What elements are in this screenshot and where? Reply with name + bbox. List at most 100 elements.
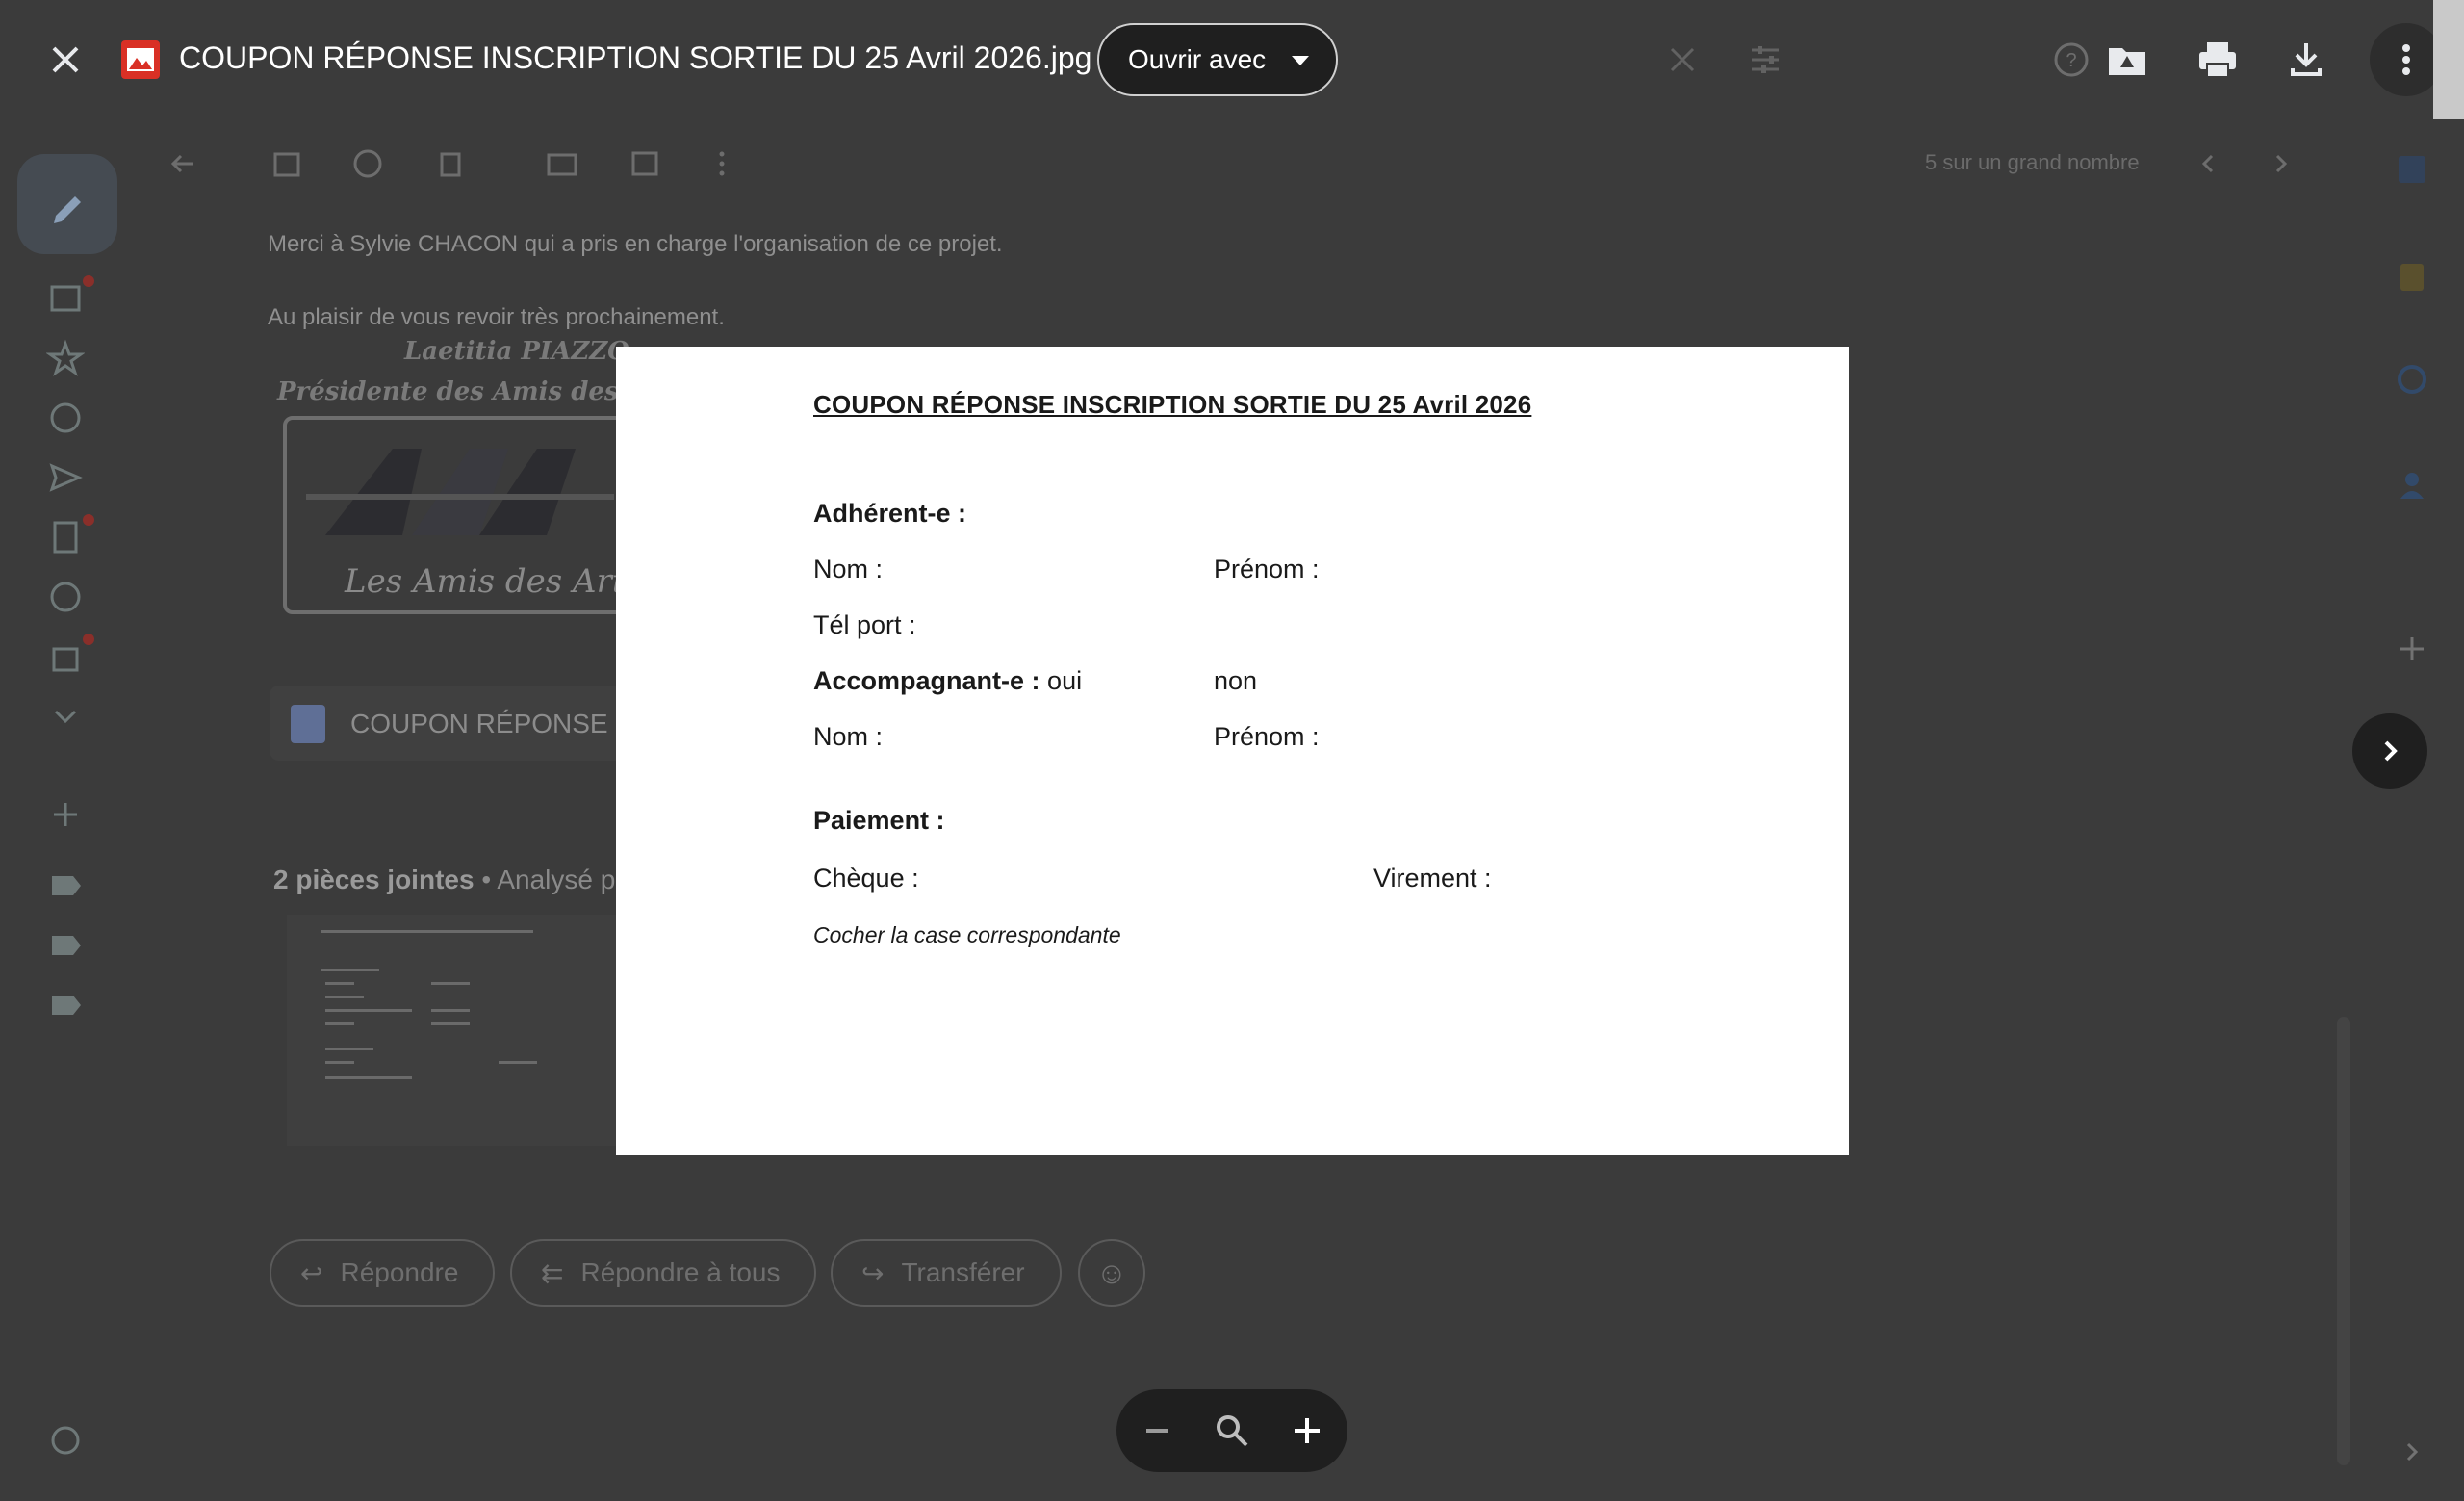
zoom-reset-icon (1217, 1415, 1248, 1447)
print-icon (2199, 42, 2236, 78)
document-image: COUPON RÉPONSE INSCRIPTION SORTIE DU 25 … (616, 347, 1849, 1155)
label-icon[interactable] (46, 926, 85, 965)
more-actions-button[interactable] (2370, 23, 2443, 96)
attachment-thumbnail[interactable] (287, 915, 633, 1146)
viewer-header: COUPON RÉPONSE INSCRIPTION SORTIE DU 25 … (0, 0, 2464, 119)
left-nav-rail (0, 135, 135, 1501)
chevron-right-icon (2384, 740, 2398, 762)
drafts-icon[interactable] (46, 518, 85, 556)
reply-button[interactable]: ↩ Répondre (270, 1239, 495, 1307)
open-with-label: Ouvrir avec (1128, 44, 1267, 74)
accompagnant-heading: Accompagnant-e : (813, 666, 1040, 695)
instruction-note: Cocher la case correspondante (813, 922, 1121, 947)
download-icon (2291, 43, 2322, 76)
association-logo: Les Amis des Arts d (283, 416, 629, 614)
add-to-drive-icon (2109, 48, 2145, 75)
reply-all-label: Répondre à tous (580, 1257, 781, 1287)
close-viewer-button[interactable] (42, 37, 89, 83)
attachments-count: 2 pièces jointes (273, 865, 475, 894)
more-vert-icon (2402, 44, 2410, 75)
dropdown-caret-icon (1292, 56, 1309, 65)
zoom-controls (1116, 1389, 1348, 1472)
back-arrow-icon[interactable] (164, 144, 202, 183)
compose-button[interactable] (17, 154, 117, 254)
non-option: non (1214, 666, 1258, 695)
more-vert-icon[interactable] (703, 144, 741, 183)
svg-text:?: ? (2066, 50, 2076, 71)
forward-label: Transférer (901, 1257, 1025, 1287)
add-to-drive-button[interactable] (2102, 35, 2152, 85)
info-icon[interactable] (46, 1421, 85, 1460)
label-icon[interactable] (46, 867, 85, 905)
important-icon[interactable] (46, 578, 85, 616)
forward-icon: ↪ (861, 1257, 885, 1288)
mark-unread-icon[interactable] (543, 144, 581, 183)
cheque-label: Chèque : (813, 864, 919, 893)
prenom2-label: Prénom : (1214, 722, 1320, 751)
signature-name: Laetitia PIAZZO (404, 337, 629, 366)
zoom-reset-button[interactable] (1209, 1408, 1255, 1454)
nom2-label: Nom : (813, 722, 884, 751)
paiement-heading: Paiement : (813, 806, 945, 835)
download-button[interactable] (2281, 35, 2331, 85)
archive-icon[interactable] (268, 144, 306, 183)
attachment-chip-label: COUPON RÉPONSE IN (350, 709, 643, 738)
attachment-chip[interactable]: COUPON RÉPONSE IN (270, 686, 642, 761)
expand-more-icon[interactable] (46, 697, 85, 736)
virement-label: Virement : (1373, 864, 1492, 893)
reply-label: Répondre (340, 1257, 459, 1287)
shopping-icon[interactable] (46, 637, 85, 676)
smiley-icon: ☺ (1095, 1255, 1128, 1290)
contacts-icon[interactable] (2393, 466, 2431, 505)
star-icon[interactable] (46, 339, 85, 377)
close-icon (52, 46, 79, 73)
open-with-button[interactable]: Ouvrir avec (1097, 23, 1338, 96)
zoom-in-button[interactable] (1284, 1408, 1330, 1454)
nom-label: Nom : (813, 555, 884, 583)
forward-button[interactable]: ↪ Transférer (831, 1239, 1062, 1307)
reply-all-icon: ⇇ (541, 1257, 564, 1288)
delete-icon[interactable] (431, 144, 470, 183)
help-icon: ? (2046, 35, 2096, 85)
logo-caption: Les Amis des Arts d (345, 562, 626, 601)
add-addon-icon[interactable] (2393, 630, 2431, 668)
prenom-label: Prénom : (1214, 555, 1320, 583)
oui-option: oui (1047, 666, 1083, 695)
report-spam-icon[interactable] (348, 144, 387, 183)
label-icon[interactable] (46, 986, 85, 1024)
accompagnant-row: Accompagnant-e : oui (813, 666, 1082, 696)
mail-body-line: Merci à Sylvie CHACON qui a pris en char… (268, 231, 1003, 257)
mail-body-line: Au plaisir de vous revoir très prochaine… (268, 304, 725, 330)
zoom-in-icon (1295, 1418, 1320, 1443)
tune-icon (1740, 35, 1790, 85)
adherent-heading: Adhérent-e : (813, 499, 967, 528)
attachments-summary: 2 pièces jointes • Analysé p (273, 865, 615, 895)
page-scrollbar-thumb[interactable] (2433, 0, 2464, 119)
keep-icon[interactable] (2393, 258, 2431, 297)
move-to-icon[interactable] (626, 144, 664, 183)
print-button[interactable] (2193, 35, 2243, 85)
snoozed-icon[interactable] (46, 399, 85, 437)
next-file-button[interactable] (2352, 713, 2427, 789)
emoji-reaction-button[interactable]: ☺ (1078, 1239, 1145, 1307)
sent-icon[interactable] (46, 458, 85, 497)
side-panel-toggle-icon[interactable] (2393, 1433, 2431, 1471)
attachments-scan-status: • Analysé p (481, 865, 616, 894)
zoom-out-icon (1146, 1429, 1168, 1433)
older-icon[interactable] (2262, 144, 2300, 183)
close-icon (1657, 35, 1707, 85)
reply-all-button[interactable]: ⇇ Répondre à tous (510, 1239, 816, 1307)
reply-icon: ↩ (300, 1257, 323, 1288)
file-name: COUPON RÉPONSE INSCRIPTION SORTIE DU 25 … (179, 40, 1092, 75)
inbox-icon[interactable] (46, 279, 85, 318)
tasks-icon[interactable] (2393, 360, 2431, 399)
zoom-out-button[interactable] (1134, 1408, 1180, 1454)
image-file-icon (121, 40, 160, 79)
newer-icon[interactable] (2189, 144, 2227, 183)
document-icon (291, 705, 325, 743)
scrollbar-track[interactable] (2337, 1017, 2350, 1465)
add-label-icon[interactable] (46, 795, 85, 834)
calendar-icon[interactable] (2393, 150, 2431, 189)
document-title: COUPON RÉPONSE INSCRIPTION SORTIE DU 25 … (813, 390, 1532, 419)
tel-label: Tél port : (813, 610, 916, 639)
